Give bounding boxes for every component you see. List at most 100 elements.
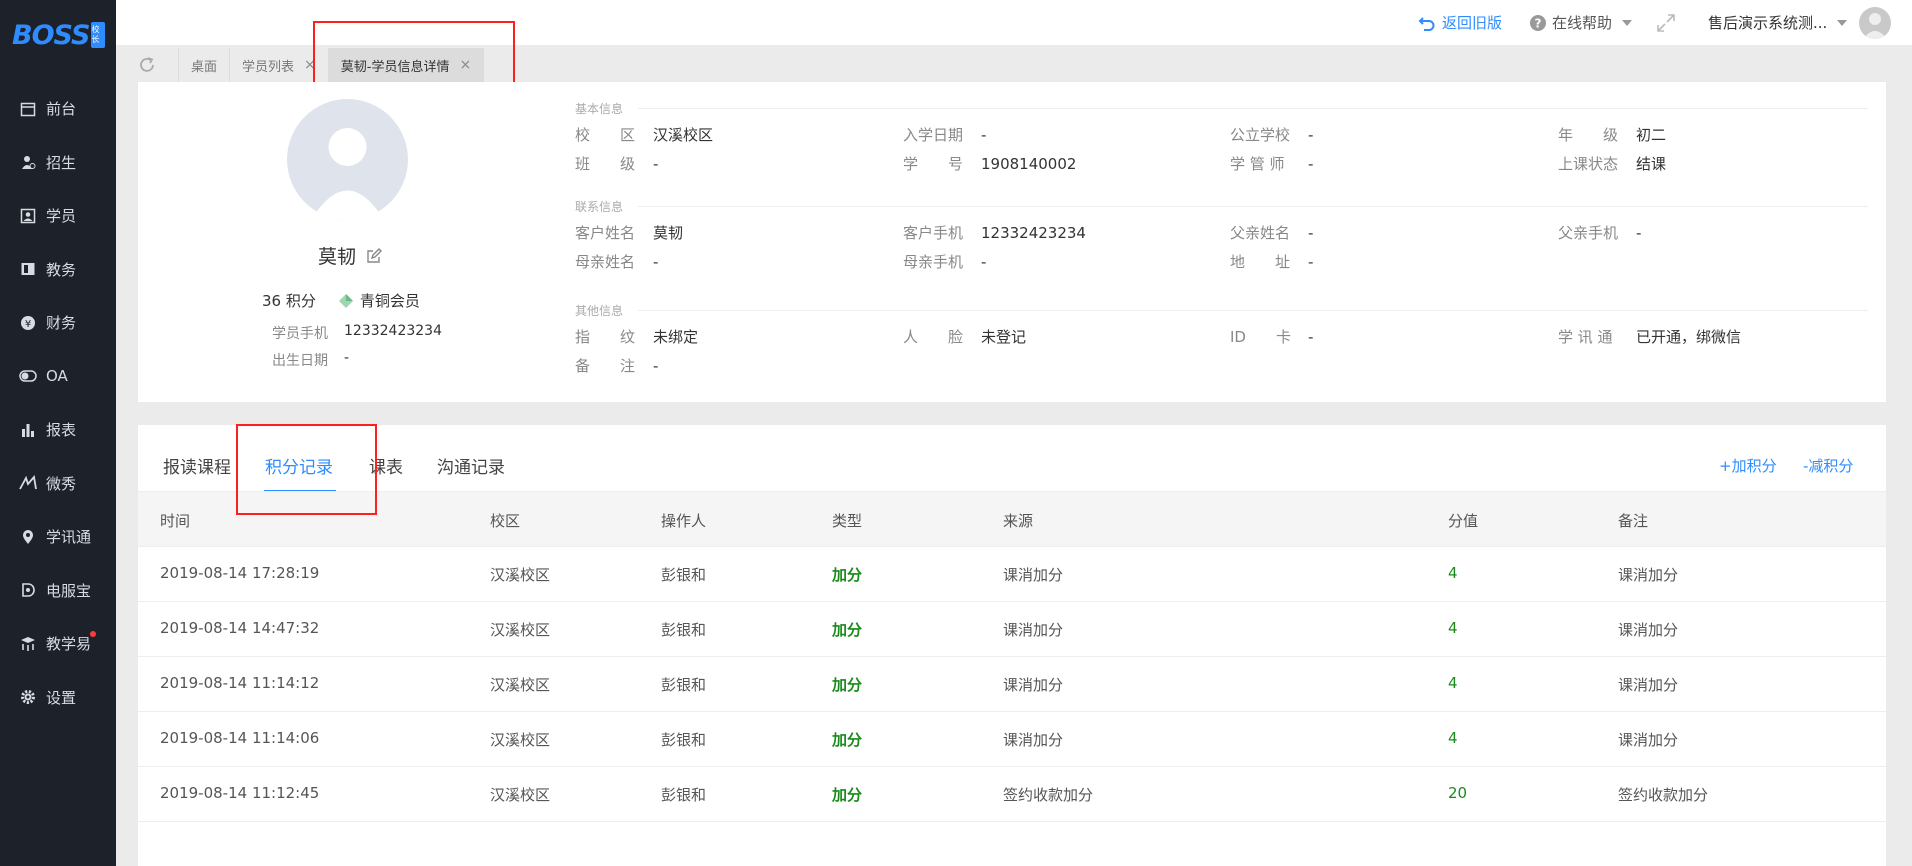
- field-mother-phone: 母亲手机 -: [903, 251, 986, 272]
- xiu-icon: [18, 473, 38, 493]
- sidebar-item-dianfubao[interactable]: 电服宝: [0, 564, 116, 618]
- field-label: 母亲手机: [903, 253, 964, 271]
- field-value: -: [981, 125, 987, 144]
- cell-source: 课消加分: [1003, 731, 1064, 749]
- tab-label: 桌面: [191, 59, 218, 75]
- sidebar-item-finance[interactable]: ¥ 财务: [0, 296, 116, 350]
- account-dropdown[interactable]: 售后演示系统测...: [1708, 0, 1892, 45]
- online-help-dropdown[interactable]: ? 在线帮助: [1529, 0, 1633, 45]
- add-points-button[interactable]: +加积分: [1719, 455, 1777, 476]
- back-to-old-version-link[interactable]: 返回旧版: [1418, 0, 1502, 45]
- sidebar-item-weixiu[interactable]: 微秀: [0, 457, 116, 511]
- cell-time: 2019-08-14 14:47:32: [160, 619, 320, 637]
- sidebar-item-label: 前台: [46, 100, 77, 119]
- cell-operator: 彭银和: [661, 731, 707, 749]
- tab-communication[interactable]: 沟通记录: [437, 453, 505, 478]
- cell-score: 4: [1448, 729, 1458, 747]
- sidebar-item-report[interactable]: 报表: [0, 403, 116, 457]
- sidebar-item-label: 招生: [46, 153, 77, 172]
- sidebar: BOSS 校长 前台 招生 学员 教务 ¥ 财务 OA 报表 微秀 学讯通 电服…: [0, 0, 116, 866]
- sidebar-item-oa[interactable]: OA: [0, 350, 116, 404]
- sidebar-item-label: 教务: [46, 260, 77, 279]
- points-value: 36 积分: [262, 292, 316, 310]
- field-value: -: [1308, 327, 1314, 346]
- field-address: 地 址-: [1230, 251, 1313, 272]
- table-row: 2019-08-14 14:47:32 汉溪校区 彭银和 加分 课消加分 4 课…: [138, 601, 1886, 657]
- student-card-icon: [18, 206, 38, 226]
- edit-icon[interactable]: [366, 247, 383, 264]
- cell-remark: 课消加分: [1618, 566, 1679, 584]
- notification-dot: [90, 631, 96, 637]
- field-value: 莫韧: [653, 224, 684, 242]
- field-face: 人 脸未登记: [903, 326, 1026, 347]
- section-title-other: 其他信息: [575, 304, 624, 318]
- tab-enrolled-courses[interactable]: 报读课程: [163, 453, 231, 478]
- student-birth-row: 出生日期 -: [272, 350, 349, 370]
- cell-campus: 汉溪校区: [490, 566, 551, 584]
- field-father-phone: 父亲手机 -: [1558, 222, 1641, 243]
- cell-operator: 彭银和: [661, 566, 707, 584]
- cell-remark: 课消加分: [1618, 676, 1679, 694]
- sidebar-item-label: 学讯通: [46, 528, 92, 547]
- field-label: 学 号: [903, 155, 964, 173]
- tab-desktop[interactable]: 桌面: [179, 48, 231, 82]
- account-name: 售后演示系统测...: [1708, 14, 1828, 32]
- column-header: 类型: [832, 512, 863, 530]
- field-label: 父亲手机: [1558, 224, 1619, 242]
- svg-text:¥: ¥: [25, 319, 31, 330]
- cell-type: 加分: [832, 786, 863, 804]
- divider: [638, 310, 1868, 311]
- sidebar-item-settings[interactable]: 设置: [0, 671, 116, 725]
- field-value: 汉溪校区: [653, 126, 714, 144]
- cell-score: 20: [1448, 784, 1468, 802]
- field-value: -: [653, 356, 659, 375]
- cell-operator: 彭银和: [661, 786, 707, 804]
- sidebar-item-recruit[interactable]: 招生: [0, 136, 116, 190]
- field-label: 年 级: [1558, 126, 1619, 144]
- cell-source: 课消加分: [1003, 566, 1064, 584]
- avatar[interactable]: [1859, 6, 1892, 39]
- refresh-button[interactable]: [116, 48, 179, 82]
- expand-icon: [1656, 13, 1676, 33]
- field-label: 学 讯 通: [1558, 328, 1613, 346]
- tab-label: 学员列表: [242, 59, 295, 75]
- cell-operator: 彭银和: [661, 676, 707, 694]
- student-phone-row: 学员手机 12332423234: [272, 323, 442, 343]
- subtract-points-button[interactable]: -减积分: [1803, 455, 1853, 476]
- book-icon: [18, 259, 38, 279]
- fullscreen-button[interactable]: [1656, 0, 1676, 45]
- logo-badge: 校长: [91, 22, 106, 48]
- field-label: 出生日期: [272, 353, 328, 369]
- field-grade: 年 级初二: [1558, 124, 1666, 145]
- teach-icon: [18, 634, 38, 654]
- cell-source: 签约收款加分: [1003, 786, 1094, 804]
- sidebar-item-student[interactable]: 学员: [0, 189, 116, 243]
- field-label: 上课状态: [1558, 155, 1619, 173]
- sidebar-item-academic[interactable]: 教务: [0, 243, 116, 297]
- cell-source: 课消加分: [1003, 676, 1064, 694]
- cell-score: 4: [1448, 674, 1458, 692]
- phone-service-icon: [18, 580, 38, 600]
- student-avatar: [287, 99, 408, 220]
- field-customer-name: 客户姓名 莫韧: [575, 222, 683, 243]
- field-value: -: [653, 252, 659, 271]
- cell-time: 2019-08-14 11:14:12: [160, 674, 320, 692]
- sidebar-item-xuexuntong[interactable]: 学讯通: [0, 510, 116, 564]
- bind-wechat-link[interactable]: 绑微信: [1696, 326, 1741, 347]
- cell-campus: 汉溪校区: [490, 621, 551, 639]
- sidebar-item-frontdesk[interactable]: 前台: [0, 82, 116, 136]
- section-title-basic: 基本信息: [575, 102, 624, 116]
- field-label: 客户姓名: [575, 224, 636, 242]
- field-value: 未绑定: [653, 328, 699, 346]
- logo-text: BOSS: [12, 19, 90, 51]
- field-customer-phone: 客户手机 12332423234: [903, 222, 1086, 243]
- toggle-icon: [18, 366, 38, 386]
- boss-logo[interactable]: BOSS 校长: [12, 18, 106, 52]
- field-campus: 校 区汉溪校区: [575, 124, 713, 145]
- sidebar-item-jiaoxueyi[interactable]: 教学易: [0, 617, 116, 671]
- sidebar-item-label: 设置: [46, 688, 77, 707]
- diamond-icon: [338, 293, 354, 309]
- person-add-icon: [18, 152, 38, 172]
- question-icon: ?: [1529, 14, 1547, 32]
- sidebar-menu: 前台 招生 学员 教务 ¥ 财务 OA 报表 微秀 学讯通 电服宝 教学易 设置: [0, 82, 116, 724]
